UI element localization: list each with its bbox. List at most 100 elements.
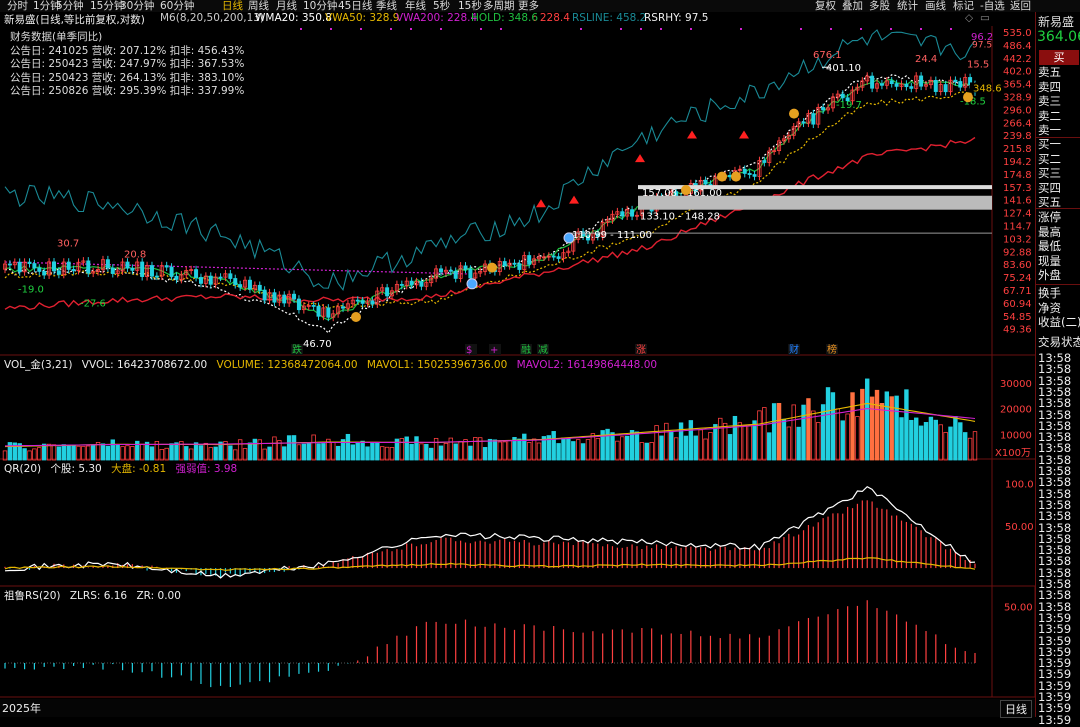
candle-body [341,306,346,309]
price-axis-tick: 174.8 [1003,170,1032,181]
volume-bar [507,440,512,461]
volume-bar [963,432,968,461]
qr-indicator-name[interactable]: QR(20) [4,463,41,475]
volume-bar [943,431,948,461]
candle-body [385,287,390,297]
signal-triangle [536,199,546,208]
candle-body [360,300,365,304]
volume-axis-tick: 10000 [1000,430,1032,441]
volume-header: VOL_金(3,21) VVOL: 16423708672.00 VOLUME:… [4,357,657,372]
volume-bar [776,402,782,461]
volume-bar [282,446,287,461]
volume-bar [722,422,728,461]
volume-bar [767,432,772,461]
volume-bar [806,398,811,461]
volume-bar [370,442,375,461]
volume-bar [429,447,434,461]
price-axis-tick: 103.2 [1003,234,1032,245]
volume-bar [125,445,130,461]
volume-bar [384,446,390,461]
volume-bar [66,445,71,461]
price-axis-tick: 75.24 [1003,273,1032,284]
candle-body [909,86,914,89]
buy-button[interactable]: 买 [1039,50,1079,65]
volume-bar [688,420,694,461]
candle-body [512,262,517,265]
volume-bar [923,422,929,461]
volume-bar [865,378,870,461]
candle-body [517,263,522,270]
series-line-vwa200 [4,136,976,311]
candle-body [419,281,424,287]
mavol1-value: MAVOL1: 15025396736.00 [366,359,508,371]
volume-bar [673,437,679,461]
volume-bar [536,442,542,461]
candle-body [811,113,816,125]
top-marker [890,28,892,30]
volume-bar [639,442,645,461]
volume-bar [531,438,537,461]
rs-indicator-name[interactable]: 祖鲁RS(20) [4,590,61,602]
money-icon [717,171,727,182]
volume-bar [967,437,973,461]
candle-body [140,261,145,277]
vwa200-dotted [4,261,471,275]
volume-bar [438,445,444,461]
top-marker [330,28,332,30]
volume-bar [81,445,86,461]
top-marker [580,28,582,30]
volume-bar [272,436,277,461]
candle-body [311,305,316,307]
quote-stock-name: 新易盛 [1038,15,1075,29]
volume-bar [845,413,850,461]
volume-bar [380,446,385,461]
top-marker [950,28,952,30]
rs-header: 祖鲁RS(20) ZLRS: 6.16 ZR: 0.00 [4,588,181,603]
volume-bar [948,426,953,461]
volume-bar [291,435,297,461]
qr-panel [4,485,976,579]
low-label: 46.70 [303,339,332,350]
red-annotation: 20.8 [124,249,146,260]
signal-triangle [569,195,579,204]
price-axis-tick: 67.71 [1003,286,1032,297]
finance-row: 公告日: 241025 营收: 207.12% 扣非: 456.43% [10,44,245,57]
candle-body [247,279,252,290]
candle-body [27,261,32,264]
qr-qiangruo: 强弱值: 3.98 [175,463,238,475]
volume-bar [404,436,409,461]
signal-triangle [739,130,749,139]
volume-bar [71,445,76,461]
volume-bar [914,417,919,461]
candle-body [801,121,806,124]
red-annotation: 30.7 [57,239,79,250]
candle-body [870,75,875,89]
top-marker [300,28,302,30]
price-axis-tick: 328.9 [1003,93,1032,104]
volume-bar [130,446,135,461]
candle-body [879,83,884,86]
top-marker [830,28,832,30]
event-marker: 融 [521,344,531,356]
event-marker: $ [466,345,472,356]
candle-body [439,268,444,273]
volume-bar [463,439,468,461]
candle-body [370,300,375,305]
green-annotation: -19.0 [18,285,44,296]
x-axis-year: 2025年 [2,702,41,715]
green-annotation: -19.7 [836,100,862,111]
vol-indicator-name[interactable]: VOL_金(3,21) [4,359,72,371]
volume-bar [355,442,360,461]
volume-bar [610,432,615,461]
top-marker [860,28,862,30]
price-axis-tick: 442.2 [1003,54,1032,65]
trade-status-title: 交易状态 [1038,335,1080,349]
candle-body [919,75,924,87]
volume-bar [605,428,610,461]
top-marker [480,28,482,30]
volume-bar [502,441,507,461]
candle-body [630,209,635,217]
period-tab[interactable]: 日线 [1000,700,1032,718]
volume-bar [46,443,52,461]
candle-body [174,275,179,280]
